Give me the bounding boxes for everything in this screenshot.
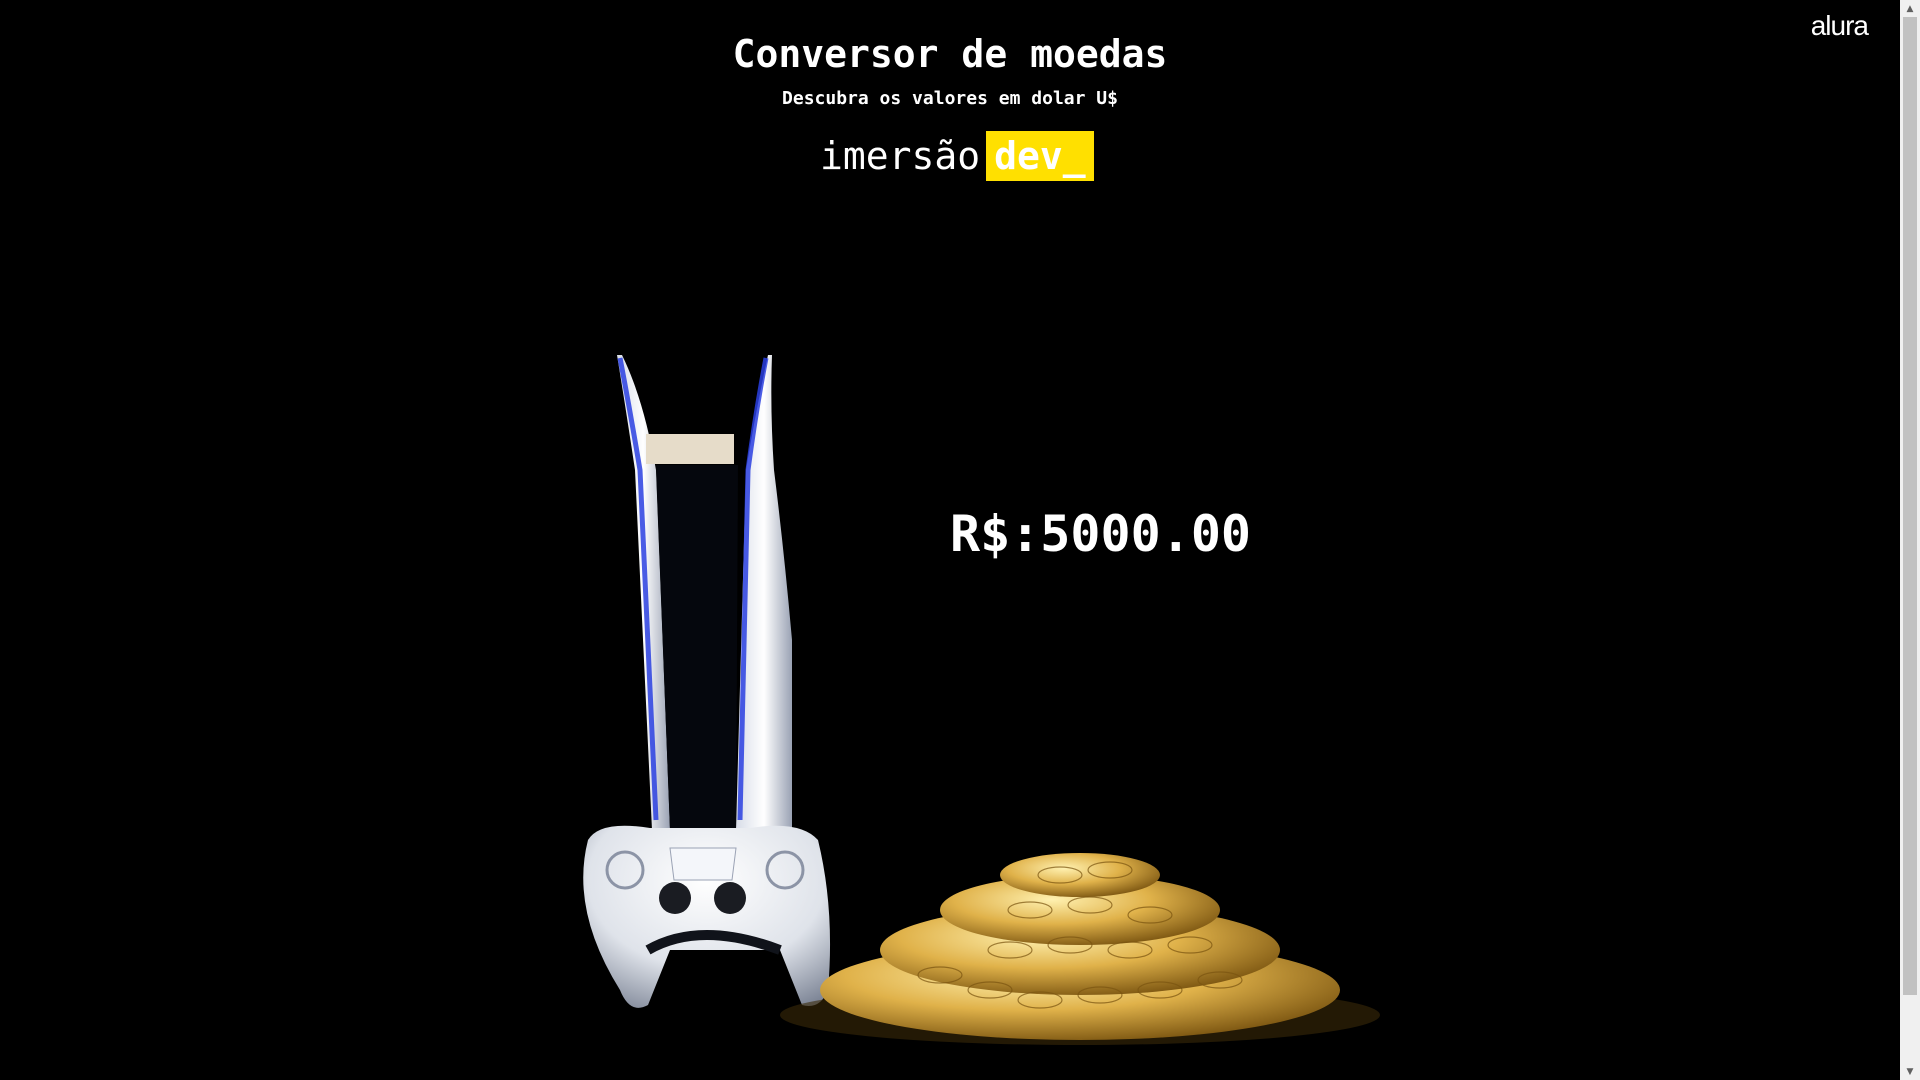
scroll-down-icon[interactable]: ▼ (1900, 1063, 1920, 1080)
console-and-coins-image (583, 355, 1380, 1045)
logo-word: imersão (820, 134, 981, 178)
console-icon (617, 355, 792, 830)
scroll-up-icon[interactable]: ▲ (1900, 0, 1920, 17)
coin-pile-icon (780, 853, 1380, 1045)
scroll-thumb[interactable] (1903, 17, 1917, 995)
page-title: Conversor de moedas (732, 32, 1168, 76)
vertical-scrollbar[interactable]: ▲ ▼ (1900, 0, 1920, 1080)
price-value: R$:5000.00 (950, 505, 1252, 563)
page: alura Conversor de moedas Descubra os va… (0, 0, 1920, 1080)
controller-icon (583, 825, 831, 1008)
page-subtitle: Descubra os valores em dolar U$ (782, 88, 1118, 109)
imersao-dev-logo: imersão dev_ (820, 131, 1094, 181)
viewport: alura Conversor de moedas Descubra os va… (0, 0, 1900, 1080)
logo-dev-badge: dev_ (986, 131, 1094, 181)
